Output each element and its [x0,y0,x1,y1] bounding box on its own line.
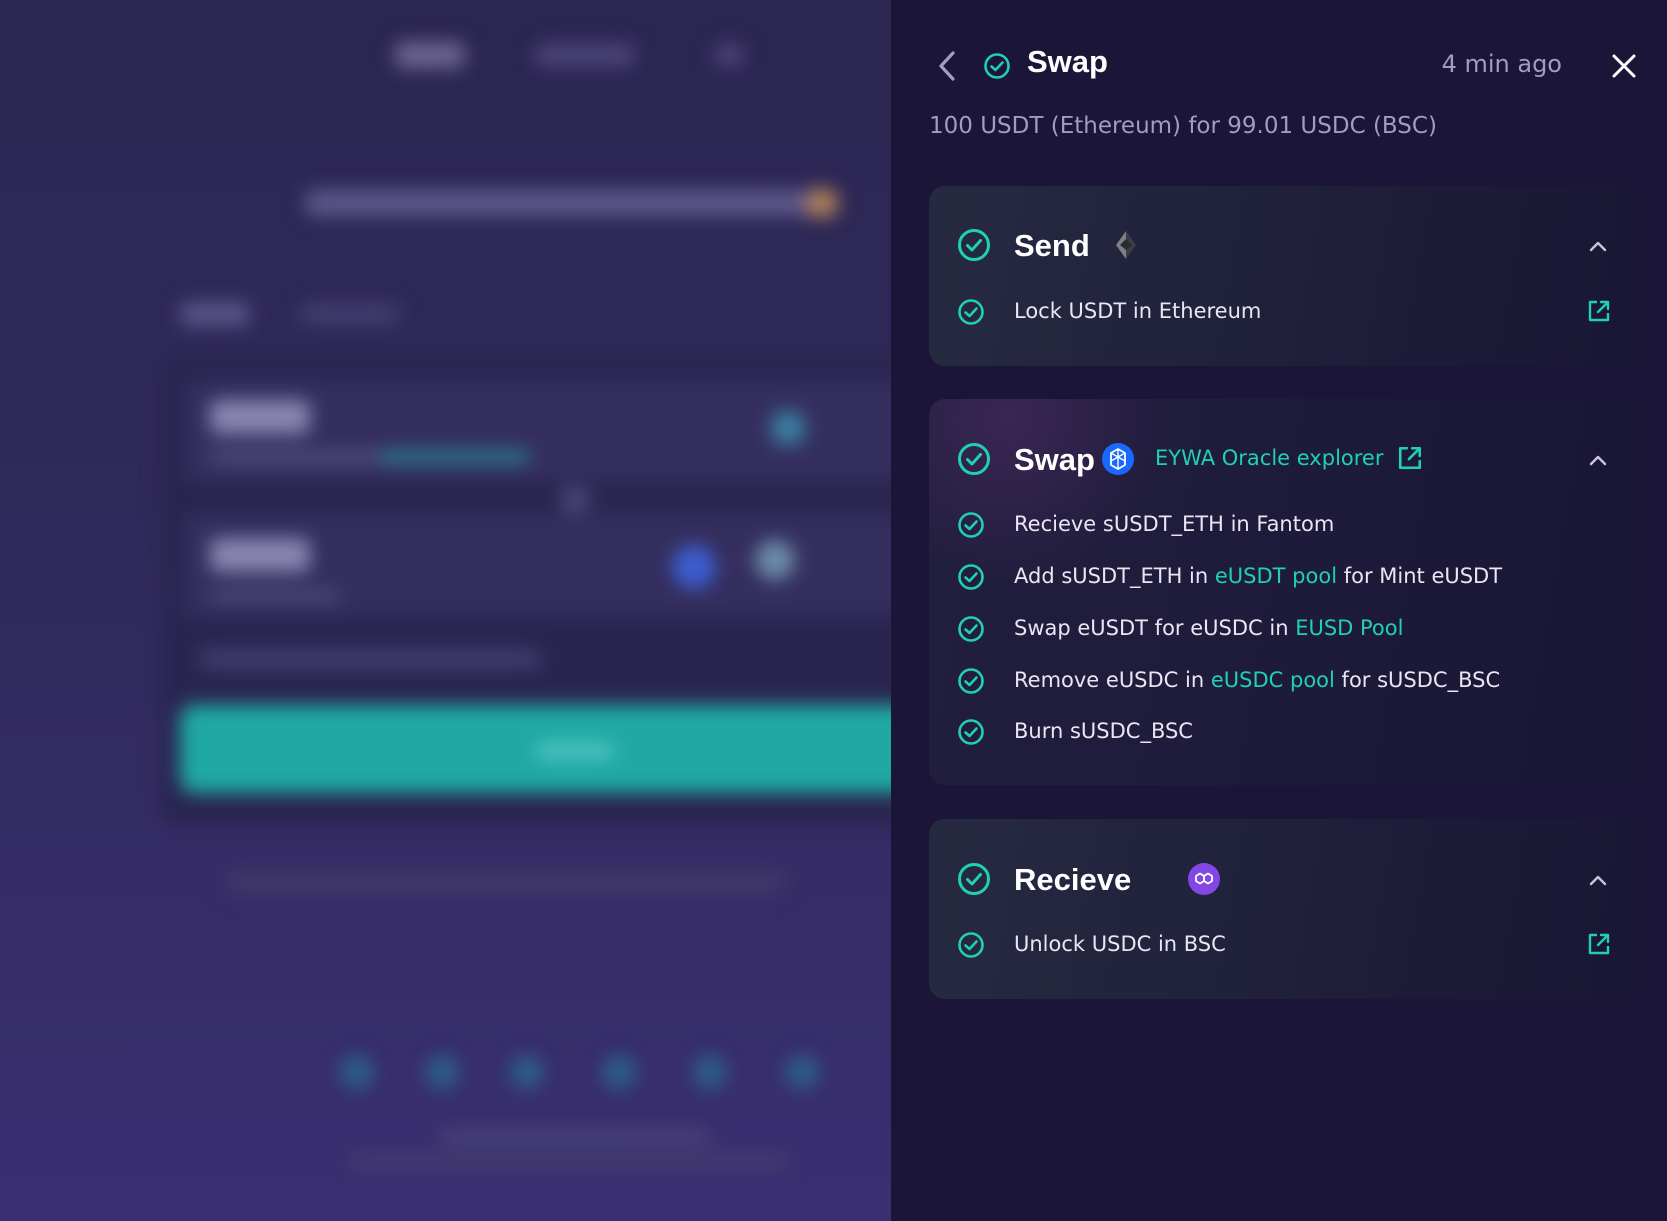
transaction-detail-panel: Swap 4 min ago 100 USDT (Ethereum) for 9… [891,0,1667,1221]
step-text-prefix: Remove eUSDC in [1014,668,1205,692]
bg-button-label [535,742,615,760]
step-item: Burn sUSDC_BSC [929,712,1640,752]
bg-footer-text [440,1130,710,1144]
bg-social-icon [510,1055,544,1089]
bg-tab [180,302,250,326]
check-circle-icon [958,443,990,475]
eusd-pool-link[interactable]: EUSD Pool [1295,616,1403,640]
step-text-prefix: Swap eUSDT for eUSDC in [1014,616,1289,640]
collapse-swap-button[interactable] [1584,446,1612,474]
close-icon [1612,54,1636,78]
bg-subtext [210,590,340,602]
bg-settings-line [200,650,540,668]
panel-title: Swap [1027,44,1108,79]
check-circle-icon [958,863,990,895]
step-text: Swap eUSDT for eUSDC in EUSD Pool [1014,616,1403,640]
bg-coin-icon [672,545,716,589]
background-app [0,0,891,1221]
bg-social-icon [693,1055,727,1089]
step-item: Swap eUSDT for eUSDC in EUSD Pool [929,609,1640,649]
bg-coin-icon [770,410,806,446]
recieve-section-card: Recieve Unlock USDC in BSC [929,819,1640,999]
check-circle-icon [958,668,984,694]
check-circle-icon [958,299,984,325]
check-circle-icon [958,719,984,745]
swap-section-header[interactable]: Swap EYWA Oracle explorer [929,399,1640,519]
bg-amount [210,400,310,434]
bg-emoji [805,188,839,218]
step-text: Unlock USDC in BSC [1014,932,1226,956]
step-item: Remove eUSDC in eUSDC pool for sUSDC_BSC [929,661,1640,701]
send-section-card: Send Lock USDT in Ethereum [929,186,1640,366]
collapse-recieve-button[interactable] [1584,866,1612,894]
step-text-suffix: for Mint eUSDT [1343,564,1503,588]
check-circle-icon [958,564,984,590]
bg-nav-item [395,42,465,68]
chevron-up-icon [1589,875,1607,886]
step-item: Recieve sUSDT_ETH in Fantom [929,505,1640,545]
bg-footer-text [350,1155,790,1169]
send-section-title: Send [1014,228,1090,263]
step-item: Lock USDT in Ethereum [929,292,1640,332]
open-explorer-button[interactable] [1586,298,1612,324]
panel-header: Swap 4 min ago 100 USDT (Ethereum) for 9… [891,0,1667,139]
bg-subtext-link [380,450,530,464]
eusdt-pool-link[interactable]: eUSDT pool [1215,564,1337,588]
back-button[interactable] [933,48,961,84]
bg-swap-arrow [560,485,590,515]
swap-summary: 100 USDT (Ethereum) for 99.01 USDC (BSC) [929,113,1437,139]
recieve-section-title: Recieve [1014,862,1132,897]
step-text: Burn sUSDC_BSC [1014,719,1193,743]
bg-social-icon [425,1055,459,1089]
chevron-left-icon [939,51,955,81]
bg-social-icon [785,1055,819,1089]
ethereum-icon [1116,231,1136,259]
eywa-oracle-explorer-link[interactable]: EYWA Oracle explorer [1155,445,1423,471]
send-section-header[interactable]: Send [929,186,1640,306]
step-text: Recieve sUSDT_ETH in Fantom [1014,512,1335,536]
bg-headline [305,190,825,216]
check-circle-icon [958,616,984,642]
bg-nav-item [715,44,743,66]
check-circle-icon [958,229,990,261]
oracle-link-label: EYWA Oracle explorer [1155,446,1384,470]
step-text: Add sUSDT_ETH in eUSDT pool for Mint eUS… [1014,564,1502,588]
check-circle-icon [958,932,984,958]
check-circle-icon [984,53,1010,79]
bg-coin-icon [755,540,795,580]
swap-section-title: Swap [1014,442,1095,477]
external-link-icon [1588,933,1610,955]
recieve-section-header[interactable]: Recieve [929,819,1640,939]
close-button[interactable] [1606,48,1642,84]
step-text-suffix: for sUSDC_BSC [1341,668,1501,692]
bg-nav-item [535,44,635,66]
external-link-icon [1588,300,1610,322]
fantom-icon [1102,443,1134,475]
chevron-up-icon [1589,241,1607,252]
collapse-send-button[interactable] [1584,232,1612,260]
external-link-icon [1399,446,1422,470]
bg-info-line [225,870,785,894]
step-item: Add sUSDT_ETH in eUSDT pool for Mint eUS… [929,557,1640,597]
timestamp: 4 min ago [1441,50,1562,78]
chevron-up-icon [1589,455,1607,466]
swap-section-card: Swap EYWA Oracle explorer Recieve sUSDT_… [929,399,1640,785]
bg-social-icon [340,1055,374,1089]
eusdc-pool-link[interactable]: eUSDC pool [1211,668,1335,692]
bg-tab [300,304,400,324]
bg-amount [210,538,310,572]
check-circle-icon [958,512,984,538]
step-text: Remove eUSDC in eUSDC pool for sUSDC_BSC [1014,668,1500,692]
polygon-icon [1188,863,1220,895]
step-text-prefix: Add sUSDT_ETH in [1014,564,1209,588]
open-explorer-button[interactable] [1586,931,1612,957]
bg-social-icon [602,1055,636,1089]
background-blur-layer [0,0,891,1221]
step-item: Unlock USDC in BSC [929,925,1640,965]
step-text: Lock USDT in Ethereum [1014,299,1262,323]
